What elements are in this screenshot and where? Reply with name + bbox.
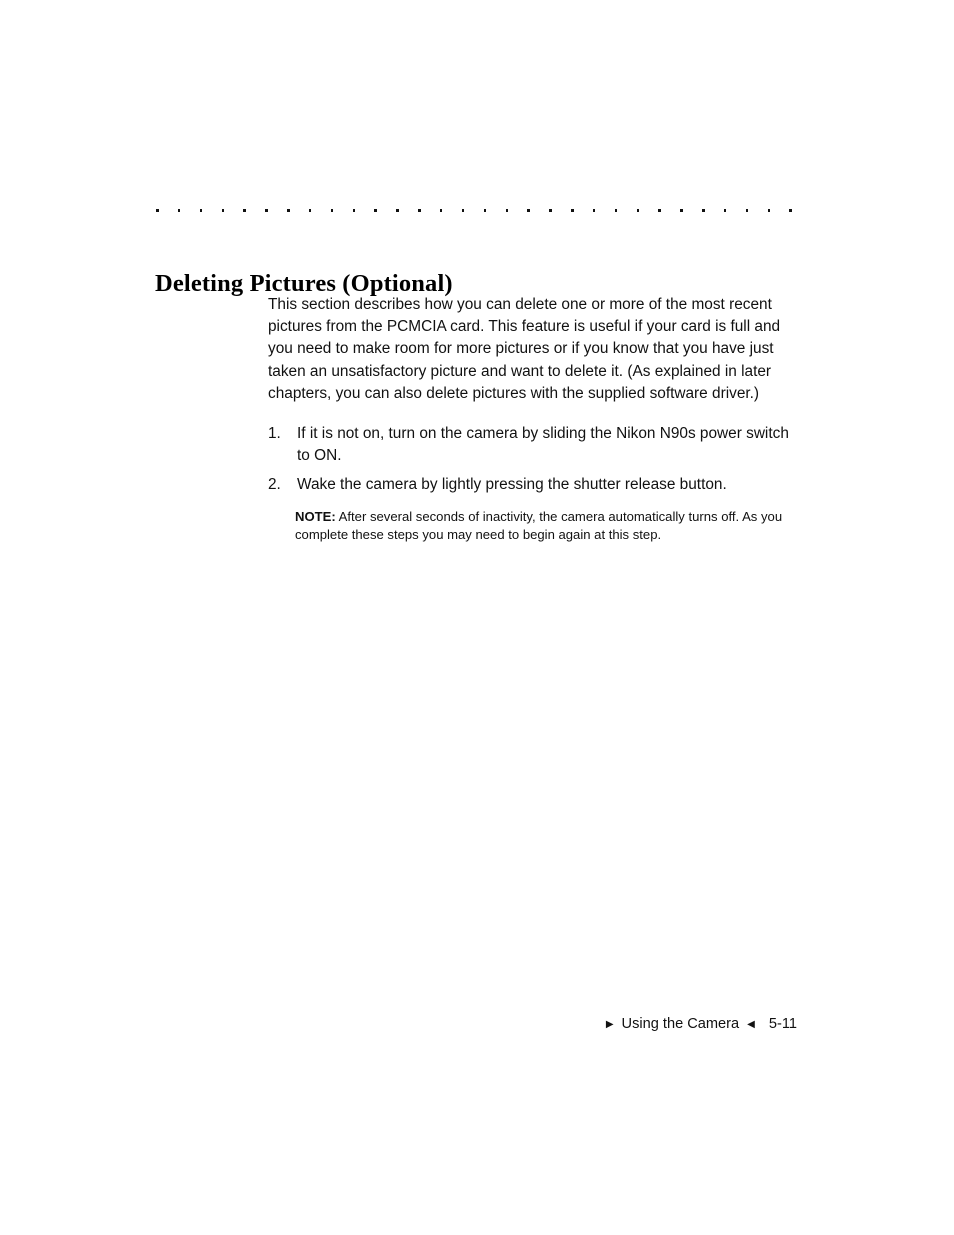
rule-dot [745, 209, 749, 212]
rule-dot [571, 209, 574, 212]
rule-dot [221, 209, 225, 212]
page-footer: ▶ Using the Camera ◀ 5-11 [0, 1014, 797, 1036]
rule-dot [418, 209, 421, 212]
rule-dot [308, 209, 312, 212]
rule-dot [287, 209, 290, 212]
note-label: NOTE: [295, 508, 336, 524]
step-text: Wake the camera by lightly pressing the … [297, 476, 727, 494]
rule-dot [723, 209, 727, 212]
rule-dot [461, 209, 465, 212]
rule-dot [374, 209, 377, 212]
step-text: If it is not on, turn on the camera by s… [297, 425, 789, 465]
page-number: 5-11 [768, 1016, 797, 1032]
rule-dot [439, 209, 443, 212]
rule-dot [658, 209, 661, 212]
rule-dot [156, 209, 159, 212]
rule-dot [505, 209, 508, 212]
rule-dot [789, 209, 792, 212]
intro-paragraph: This section describes how you can delet… [268, 296, 781, 402]
note-text: After several seconds of inactivity, the… [295, 508, 783, 543]
rule-dot [549, 209, 552, 212]
rule-dot [702, 209, 705, 212]
triangle-right-icon: ▶ [605, 1019, 614, 1030]
steps-list: 1. If it is not on, turn on the camera b… [268, 423, 794, 497]
note-block: NOTE: After several seconds of inactivit… [295, 508, 795, 545]
step-number: 1. [268, 425, 281, 443]
list-item: 2. Wake the camera by lightly pressing t… [268, 474, 794, 496]
step-number: 2. [268, 476, 281, 494]
dotted-rule-divider [156, 209, 792, 212]
rule-dot [330, 209, 334, 212]
rule-dot [396, 209, 399, 212]
rule-dot [243, 209, 246, 212]
rule-dot [636, 209, 640, 212]
rule-dot [352, 209, 356, 212]
footer-chapter-label: Using the Camera [621, 1016, 740, 1032]
rule-dot [767, 209, 771, 212]
rule-dot [592, 209, 596, 212]
rule-dot [527, 209, 530, 212]
rule-dot [177, 209, 181, 212]
rule-dot [680, 209, 683, 212]
body-column: This section describes how you can delet… [268, 294, 794, 545]
rule-dot [199, 209, 203, 212]
document-page: Deleting Pictures (Optional) This sectio… [0, 0, 954, 1235]
rule-dot [483, 209, 487, 212]
list-item: 1. If it is not on, turn on the camera b… [268, 423, 794, 467]
rule-dot [614, 209, 618, 212]
rule-dot [265, 209, 268, 212]
triangle-left-icon: ◀ [747, 1019, 755, 1030]
